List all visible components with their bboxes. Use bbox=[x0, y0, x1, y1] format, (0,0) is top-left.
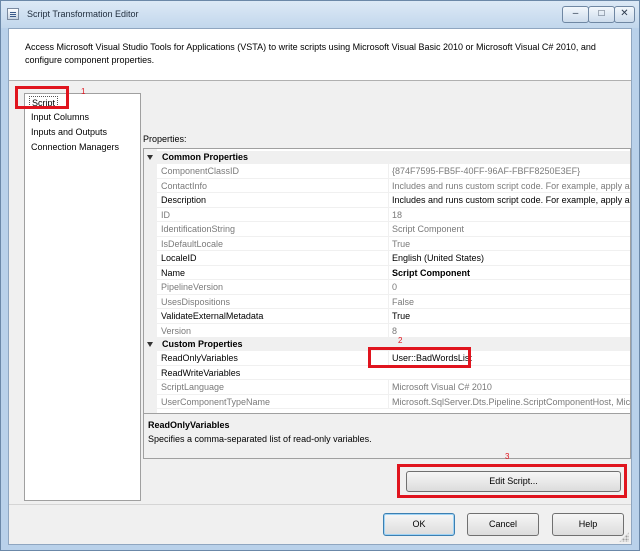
property-name: Version bbox=[161, 325, 192, 336]
maximize-button[interactable]: □ bbox=[588, 6, 615, 23]
title-bar[interactable]: Script Transformation Editor – □ ✕ bbox=[1, 1, 639, 28]
property-row[interactable]: Version 8 bbox=[157, 323, 630, 338]
property-value: Script Component bbox=[388, 222, 630, 236]
ok-button[interactable]: OK bbox=[383, 513, 455, 536]
close-button[interactable]: ✕ bbox=[614, 6, 635, 23]
nav-item-input-columns[interactable]: Input Columns bbox=[29, 111, 91, 124]
annotation-number-2: 2 bbox=[398, 336, 403, 345]
property-value: False bbox=[388, 294, 630, 309]
grid-gutter bbox=[144, 149, 157, 431]
page-list: Script Input Columns Inputs and Outputs … bbox=[24, 93, 141, 501]
property-grid: Common Properties ComponentClassID {874F… bbox=[143, 148, 631, 432]
edit-script-button[interactable]: Edit Script... bbox=[406, 471, 621, 492]
property-name: IdentificationString bbox=[161, 224, 236, 234]
category-label: Common Properties bbox=[162, 152, 249, 162]
property-value: English (United States) bbox=[388, 251, 630, 265]
property-name: ReadWriteVariables bbox=[161, 367, 241, 378]
property-row[interactable]: ScriptLanguage Microsoft Visual C# 2010 bbox=[157, 380, 630, 395]
property-row[interactable]: Name Script Component bbox=[157, 265, 630, 280]
description-text: Specifies a comma-separated list of read… bbox=[148, 434, 372, 444]
annotation-number-1: 1 bbox=[81, 87, 86, 96]
property-value: 18 bbox=[388, 207, 630, 222]
cancel-button[interactable]: Cancel bbox=[467, 513, 539, 536]
property-name: LocaleID bbox=[161, 253, 197, 263]
property-row[interactable]: LocaleID English (United States) bbox=[157, 251, 630, 266]
property-name: Name bbox=[161, 267, 186, 278]
property-row[interactable]: ID 18 bbox=[157, 207, 630, 222]
category-custom-properties[interactable]: Custom Properties bbox=[144, 338, 630, 351]
header-panel: Access Microsoft Visual Studio Tools for… bbox=[9, 29, 631, 81]
collapse-triangle-icon[interactable] bbox=[147, 155, 153, 160]
property-row[interactable]: ComponentClassID {874F7595-FB5F-40FF-96A… bbox=[157, 164, 630, 179]
property-row[interactable]: ReadWriteVariables bbox=[157, 366, 630, 380]
property-row[interactable]: UserComponentTypeName Microsoft.SqlServe… bbox=[157, 394, 630, 409]
property-name: PipelineVersion bbox=[161, 282, 224, 292]
description-title: ReadOnlyVariables bbox=[148, 420, 230, 430]
dialog-window: Script Transformation Editor – □ ✕ Acces… bbox=[0, 0, 640, 551]
collapse-triangle-icon[interactable] bbox=[147, 342, 153, 347]
property-value: Includes and runs custom script code. Fo… bbox=[388, 193, 630, 207]
property-value: True bbox=[388, 236, 630, 251]
property-value: Microsoft Visual C# 2010 bbox=[388, 380, 630, 394]
property-row[interactable]: IdentificationString Script Component bbox=[157, 222, 630, 237]
property-row[interactable]: IsDefaultLocale True bbox=[157, 236, 630, 251]
description-pane: ReadOnlyVariables Specifies a comma-sepa… bbox=[143, 413, 631, 459]
property-name: ScriptLanguage bbox=[161, 382, 225, 392]
property-name: UserComponentTypeName bbox=[161, 396, 271, 407]
property-row[interactable]: ValidateExternalMetadata True bbox=[157, 309, 630, 324]
property-row-readonlyvariables[interactable]: ReadOnlyVariables User::BadWordsList bbox=[157, 351, 630, 366]
property-row[interactable]: ContactInfo Includes and runs custom scr… bbox=[157, 178, 630, 193]
property-value: Includes and runs custom script code. Fo… bbox=[388, 178, 630, 193]
header-description: Access Microsoft Visual Studio Tools for… bbox=[25, 42, 596, 65]
property-value: Microsoft.SqlServer.Dts.Pipeline.ScriptC… bbox=[388, 394, 630, 409]
divider bbox=[9, 504, 631, 505]
annotation-number-3: 3 bbox=[505, 452, 510, 461]
app-icon bbox=[7, 8, 19, 20]
property-value: Script Component bbox=[388, 265, 630, 280]
property-name: ID bbox=[161, 209, 170, 220]
property-row[interactable]: Description Includes and runs custom scr… bbox=[157, 193, 630, 208]
property-name: ComponentClassID bbox=[161, 166, 240, 176]
property-name: ContactInfo bbox=[161, 180, 208, 191]
category-common-properties[interactable]: Common Properties bbox=[144, 151, 630, 164]
property-name: ValidateExternalMetadata bbox=[161, 311, 264, 321]
property-name: ReadOnlyVariables bbox=[161, 353, 238, 363]
property-row[interactable]: UsesDispositions False bbox=[157, 294, 630, 309]
property-value: True bbox=[388, 309, 630, 323]
minimize-button[interactable]: – bbox=[562, 6, 589, 23]
property-value[interactable]: User::BadWordsList bbox=[388, 351, 630, 365]
properties-label: Properties: bbox=[143, 134, 187, 144]
nav-item-script[interactable]: Script bbox=[29, 96, 59, 109]
property-row[interactable]: PipelineVersion 0 bbox=[157, 280, 630, 295]
property-value: 0 bbox=[388, 280, 630, 294]
dialog-client: Access Microsoft Visual Studio Tools for… bbox=[8, 28, 632, 545]
property-value: 8 bbox=[388, 323, 630, 338]
property-name: Description bbox=[161, 195, 207, 205]
property-value: {874F7595-FB5F-40FF-96AF-FBFF8250E3EF} bbox=[388, 164, 630, 178]
window-title: Script Transformation Editor bbox=[27, 9, 139, 19]
property-name: IsDefaultLocale bbox=[161, 238, 224, 249]
property-name: UsesDispositions bbox=[161, 296, 231, 307]
nav-item-inputs-and-outputs[interactable]: Inputs and Outputs bbox=[29, 126, 109, 139]
help-button[interactable]: Help bbox=[552, 513, 624, 536]
nav-item-connection-managers[interactable]: Connection Managers bbox=[29, 141, 121, 154]
category-label: Custom Properties bbox=[162, 339, 243, 349]
